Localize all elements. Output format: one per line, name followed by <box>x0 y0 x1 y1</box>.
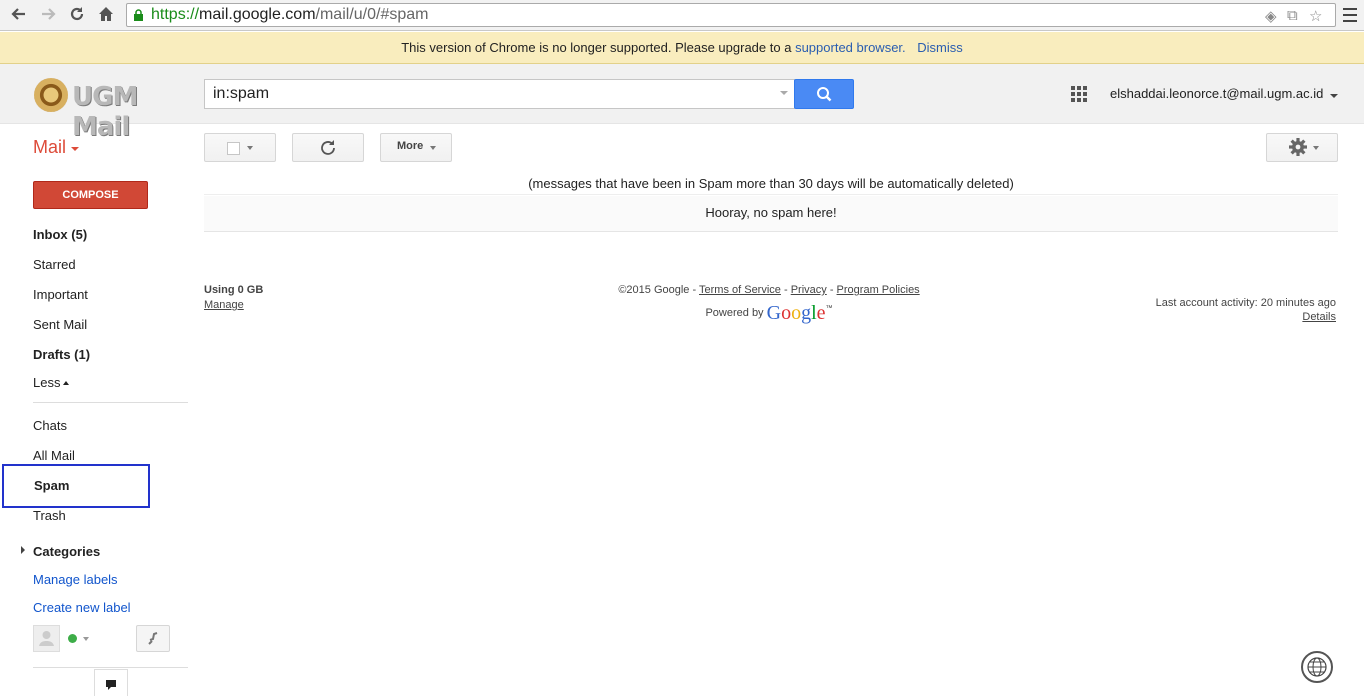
create-new-label-link[interactable]: Create new label <box>33 600 131 615</box>
supported-browser-link[interactable]: supported browser. <box>795 40 906 55</box>
sidebar-item-starred[interactable]: Starred <box>33 257 76 272</box>
activity-details-link[interactable]: Details <box>1156 311 1336 323</box>
address-bar[interactable]: https://mail.google.com/mail/u/0/#spam ◈… <box>126 3 1336 27</box>
program-policies-link[interactable]: Program Policies <box>837 284 920 296</box>
more-button[interactable]: More <box>380 133 452 162</box>
home-icon[interactable] <box>95 5 117 25</box>
sidebar-item-less[interactable]: Less <box>33 375 70 390</box>
select-checkbox-button[interactable] <box>204 133 276 162</box>
extension-icon[interactable]: ◈ <box>1265 7 1277 25</box>
infobar-message: This version of Chrome is no longer supp… <box>401 40 792 55</box>
browser-toolbar: https://mail.google.com/mail/u/0/#spam ◈… <box>0 0 1364 31</box>
chevron-down-icon[interactable] <box>83 637 89 641</box>
last-activity-text: Last account activity: 20 minutes ago <box>1155 297 1336 309</box>
mail-switcher[interactable]: Mail <box>33 137 66 158</box>
sidebar-divider <box>33 667 188 668</box>
gmail-header: UGM Mail in:spam elshaddai.leonorce.t@ma… <box>0 64 1364 142</box>
person-icon <box>39 631 54 646</box>
sidebar-item-categories[interactable]: Categories <box>33 544 100 559</box>
globe-emblem-icon <box>1301 651 1333 683</box>
chrome-menu-icon[interactable] <box>1340 4 1360 26</box>
gear-icon <box>1289 138 1307 156</box>
settings-button[interactable] <box>1266 133 1338 162</box>
chevron-up-icon <box>63 381 70 385</box>
ugm-mail-logo[interactable]: UGM Mail <box>34 74 174 142</box>
search-button[interactable] <box>794 79 854 109</box>
chevron-down-icon <box>247 146 253 150</box>
phone-icon <box>148 632 158 645</box>
lock-icon <box>134 9 143 21</box>
chevron-down-icon <box>430 146 436 150</box>
sidebar-item-all-mail[interactable]: All Mail <box>33 448 75 463</box>
powered-by: Powered by Google™ <box>705 302 833 324</box>
sidebar-item-sent-mail[interactable]: Sent Mail <box>33 317 87 332</box>
select-all-checkbox[interactable] <box>227 142 240 155</box>
search-query: in:spam <box>213 85 270 102</box>
online-status-icon[interactable] <box>68 634 77 643</box>
account-caret-icon[interactable] <box>1330 94 1338 98</box>
refresh-button[interactable] <box>292 133 364 162</box>
sidebar-divider <box>33 402 188 403</box>
chat-tab-button[interactable] <box>94 669 128 696</box>
google-logo: Google <box>766 302 826 324</box>
chevron-down-icon <box>1313 146 1319 150</box>
search-input[interactable]: in:spam <box>204 79 795 109</box>
sidebar-item-drafts[interactable]: Drafts (1) <box>33 347 90 362</box>
avatar[interactable] <box>33 625 60 652</box>
usage-text: Using 0 GB <box>204 284 264 296</box>
bookmark-star-icon[interactable]: ☆ <box>1309 7 1322 25</box>
storage-usage: Using 0 GB Manage <box>204 284 263 311</box>
dismiss-link[interactable]: Dismiss <box>917 40 963 55</box>
manage-labels-link[interactable]: Manage labels <box>33 572 118 587</box>
empty-spam-message: Hooray, no spam here! <box>204 196 1338 232</box>
expand-triangle-icon[interactable] <box>21 546 25 554</box>
mail-caret-icon[interactable] <box>71 147 79 151</box>
back-arrow-icon[interactable] <box>8 5 30 25</box>
trademark: ™ <box>825 305 833 312</box>
search-icon <box>817 87 832 102</box>
spam-highlight-box <box>2 464 150 508</box>
copyright-text: ©2015 Google - <box>618 284 699 296</box>
footer-legal: ©2015 Google - Terms of Service - Privac… <box>604 284 934 325</box>
forward-arrow-icon[interactable] <box>37 5 59 25</box>
spam-retention-notice: (messages that have been in Spam more th… <box>204 172 1338 195</box>
translate-icon[interactable]: ⧉ <box>1287 7 1298 24</box>
sidebar-item-inbox[interactable]: Inbox (5) <box>33 227 87 242</box>
apps-grid-icon[interactable] <box>1071 86 1088 103</box>
sidebar-item-trash[interactable]: Trash <box>33 508 66 523</box>
refresh-icon <box>321 140 335 155</box>
search-options-caret-icon[interactable] <box>780 91 788 95</box>
privacy-link[interactable]: Privacy <box>791 284 827 296</box>
url-text: https://mail.google.com/mail/u/0/#spam <box>151 6 429 23</box>
sidebar-item-important[interactable]: Important <box>33 287 88 302</box>
sidebar-item-chats[interactable]: Chats <box>33 418 67 433</box>
compose-button[interactable]: COMPOSE <box>33 181 148 209</box>
ugm-seal-icon <box>34 78 68 112</box>
reload-icon[interactable] <box>66 5 88 25</box>
unsupported-browser-infobar: This version of Chrome is no longer supp… <box>0 32 1364 64</box>
last-activity: Last account activity: 20 minutes ago De… <box>1156 297 1336 323</box>
phone-call-button[interactable] <box>136 625 170 652</box>
chat-bubble-icon <box>106 680 116 690</box>
terms-link[interactable]: Terms of Service <box>699 284 781 296</box>
manage-storage-link[interactable]: Manage <box>204 299 263 311</box>
account-email[interactable]: elshaddai.leonorce.t@mail.ugm.ac.id <box>1110 86 1323 101</box>
